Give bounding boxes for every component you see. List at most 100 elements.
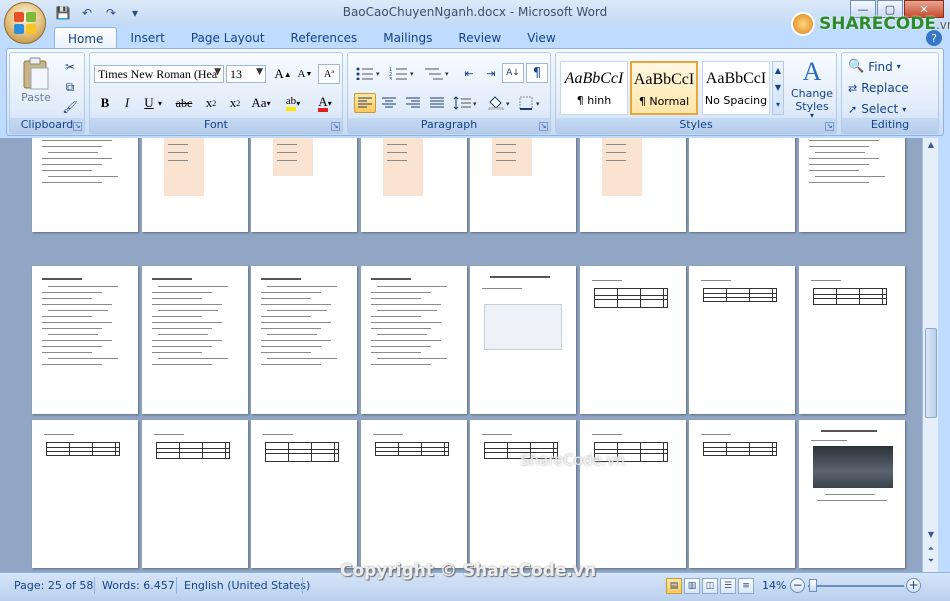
page-thumbnail[interactable]: [251, 138, 357, 232]
zoom-slider[interactable]: [808, 585, 904, 587]
paste-button[interactable]: Paste: [16, 57, 56, 104]
styles-launcher-icon[interactable]: ↘: [825, 122, 834, 131]
style-normal[interactable]: AaBbCcI ¶ Normal: [630, 61, 698, 115]
page-thumbnail[interactable]: [32, 138, 138, 232]
page-thumbnail[interactable]: [251, 266, 357, 414]
tab-review[interactable]: Review: [445, 27, 514, 49]
page-thumbnail[interactable]: [142, 266, 248, 414]
page-thumbnail[interactable]: [142, 138, 248, 232]
borders-button[interactable]: ▾: [518, 93, 546, 113]
print-layout-view-icon[interactable]: ▤: [666, 578, 682, 594]
clipboard-group: Paste ✂ ⧉ 🖌 Clipboard ↘: [9, 52, 85, 134]
office-button[interactable]: [4, 2, 46, 44]
change-case-button[interactable]: Aa ▾: [248, 93, 274, 113]
tab-home[interactable]: Home: [54, 27, 118, 49]
full-screen-reading-view-icon[interactable]: ▥: [684, 578, 700, 594]
decrease-indent-icon[interactable]: ⇤: [458, 63, 480, 83]
cut-icon[interactable]: ✂: [60, 57, 80, 77]
multilevel-list-button[interactable]: ▾: [422, 63, 452, 83]
page-thumbnail[interactable]: [361, 138, 467, 232]
page-thumbnail[interactable]: [251, 420, 357, 568]
grow-font-icon[interactable]: A ▲: [272, 64, 294, 84]
font-name-combo[interactable]: Times New Roman (Hea ▼: [94, 65, 224, 83]
styles-scroll[interactable]: ▲ ▼ ▾: [772, 61, 784, 115]
language-indicator[interactable]: English (United States): [184, 579, 310, 592]
page-thumbnail[interactable]: [470, 138, 576, 232]
tab-mailings[interactable]: Mailings: [370, 27, 445, 49]
page-thumbnail[interactable]: [142, 420, 248, 568]
style-hinh[interactable]: AaBbCcI ¶ hinh: [560, 61, 628, 115]
page-thumbnail[interactable]: [361, 266, 467, 414]
page-thumbnail[interactable]: [361, 420, 467, 568]
tab-view[interactable]: View: [514, 27, 568, 49]
find-button[interactable]: 🔍 Find ▾: [848, 59, 901, 74]
align-left-button[interactable]: [354, 93, 376, 113]
scroll-down-icon[interactable]: ▼: [925, 530, 937, 544]
document-area[interactable]: [0, 138, 922, 572]
page-thumbnail[interactable]: [799, 138, 905, 232]
zoom-level[interactable]: 14%: [762, 579, 786, 592]
format-painter-icon[interactable]: 🖌: [60, 97, 80, 117]
draft-view-icon[interactable]: ≡: [738, 578, 754, 594]
subscript-button[interactable]: x2: [200, 93, 222, 113]
font-label: Font: [90, 118, 342, 133]
align-center-button[interactable]: [378, 93, 400, 113]
page-thumbnail[interactable]: [580, 266, 686, 414]
shading-button[interactable]: ▾: [486, 93, 514, 113]
tab-insert[interactable]: Insert: [117, 27, 177, 49]
font-size-combo[interactable]: 13 ▼: [226, 65, 266, 83]
page-indicator[interactable]: Page: 25 of 58: [14, 579, 93, 592]
italic-button[interactable]: I: [116, 93, 138, 113]
justify-icon: [430, 97, 444, 108]
numbering-button[interactable]: 1 2 3 ▾: [388, 63, 418, 83]
page-thumbnail[interactable]: [32, 266, 138, 414]
page-thumbnail[interactable]: [689, 420, 795, 568]
paragraph-launcher-icon[interactable]: ↘: [539, 122, 548, 131]
clipboard-launcher-icon[interactable]: ↘: [73, 122, 82, 131]
clear-formatting-icon[interactable]: Aª: [318, 64, 340, 84]
chevron-down-icon[interactable]: ▾: [154, 93, 166, 113]
select-button[interactable]: ➚ Select ▾: [848, 102, 906, 116]
next-page-icon[interactable]: ⏷: [925, 556, 937, 570]
copy-icon[interactable]: ⧉: [60, 77, 80, 97]
align-right-button[interactable]: [402, 93, 424, 113]
select-label: Select: [861, 102, 899, 116]
strikethrough-button[interactable]: abc: [170, 93, 198, 113]
page-thumbnail[interactable]: [799, 266, 905, 414]
web-layout-view-icon[interactable]: ◫: [702, 578, 718, 594]
outline-view-icon[interactable]: ☰: [720, 578, 736, 594]
line-spacing-button[interactable]: ▾: [452, 93, 480, 113]
page-thumbnail[interactable]: [689, 266, 795, 414]
align-right-icon: [406, 97, 420, 108]
shrink-font-icon[interactable]: A ▼: [294, 64, 316, 84]
tab-references[interactable]: References: [278, 27, 371, 49]
style-no-spacing[interactable]: AaBbCcI No Spacing: [702, 61, 770, 115]
sort-icon[interactable]: A↓: [502, 63, 524, 83]
page-thumbnail[interactable]: [580, 420, 686, 568]
page-thumbnail[interactable]: [799, 420, 905, 568]
font-color-button[interactable]: A ▾: [312, 93, 338, 113]
change-styles-button[interactable]: A Change Styles ▾: [788, 57, 836, 120]
page-thumbnail[interactable]: [689, 138, 795, 232]
page-thumbnail[interactable]: [32, 420, 138, 568]
scroll-up-icon[interactable]: ▲: [925, 140, 937, 154]
bold-button[interactable]: B: [94, 93, 116, 113]
font-launcher-icon[interactable]: ↘: [331, 122, 340, 131]
show-formatting-icon[interactable]: ¶: [526, 63, 548, 83]
word-count[interactable]: Words: 6.457: [102, 579, 175, 592]
justify-button[interactable]: [426, 93, 448, 113]
bullets-button[interactable]: ▾: [354, 63, 384, 83]
zoom-slider-thumb[interactable]: [809, 579, 817, 592]
vertical-scrollbar[interactable]: ▲ ▼ ⏶ ⏷: [922, 138, 938, 572]
increase-indent-icon[interactable]: ⇥: [480, 63, 502, 83]
highlight-button[interactable]: ab ▾: [280, 93, 306, 113]
page-thumbnail[interactable]: [470, 266, 576, 414]
scroll-thumb[interactable]: [925, 328, 937, 418]
zoom-in-icon[interactable]: +: [906, 578, 921, 593]
tab-page-layout[interactable]: Page Layout: [178, 27, 278, 49]
replace-button[interactable]: ⇄ Replace: [848, 81, 909, 95]
superscript-button[interactable]: x2: [224, 93, 246, 113]
page-thumbnail[interactable]: [580, 138, 686, 232]
zoom-out-icon[interactable]: −: [790, 578, 805, 593]
page-thumbnail[interactable]: [470, 420, 576, 568]
